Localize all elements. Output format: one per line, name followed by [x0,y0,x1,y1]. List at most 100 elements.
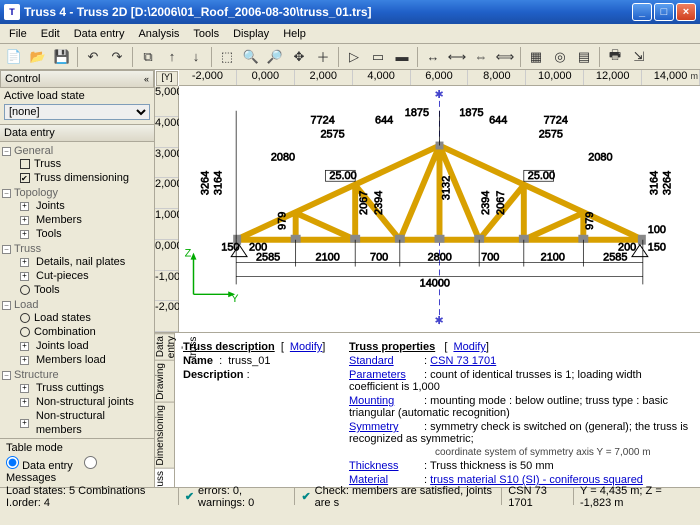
export-icon[interactable]: ⇲ [628,46,650,68]
expand-icon[interactable]: + [20,230,29,239]
pointer-icon[interactable]: ▷ [343,46,365,68]
expand-icon[interactable]: + [20,202,29,211]
svg-text:2067: 2067 [358,191,370,215]
item-details[interactable]: Details, nail plates [36,255,125,269]
up-icon[interactable]: ↑ [161,46,183,68]
print-icon[interactable]: 🖶 [604,46,626,68]
svg-text:2800: 2800 [428,252,452,264]
redo-icon[interactable]: ↷ [106,46,128,68]
table-mode: Table mode Data entry Messages [0,438,154,487]
collapse-icon[interactable]: − [2,301,11,310]
minimize-button[interactable]: _ [632,3,652,21]
expand-icon[interactable]: + [20,342,29,351]
collapse-icon[interactable]: − [2,147,11,156]
expand-icon[interactable]: + [20,356,29,365]
select-seg-icon[interactable]: ▬ [391,46,413,68]
new-icon[interactable]: 📄 [3,46,25,68]
group-general[interactable]: General [14,145,53,157]
drawing-canvas[interactable]: [Y] -2,0000,0002,0004,0006,0008,00010,00… [155,70,700,332]
svg-text:25.00: 25.00 [329,170,356,182]
item-ns-members[interactable]: Non-structural members [36,409,152,437]
horizontal-ruler: -2,0000,0002,0004,0006,0008,00010,00012,… [179,70,700,86]
collapse-icon[interactable]: − [2,245,11,254]
expand-icon[interactable]: + [20,419,29,428]
item-truss[interactable]: Truss [34,157,61,171]
active-load-select[interactable]: [none] [4,104,150,120]
maximize-button[interactable]: □ [654,3,674,21]
item-members[interactable]: Members [36,213,82,227]
expand-icon[interactable]: + [20,216,29,225]
svg-text:644: 644 [375,115,393,127]
modify-props-link[interactable]: Modify [453,341,485,353]
radio-icon[interactable] [20,285,30,295]
dim-1-icon[interactable]: ↔ [422,46,444,68]
panel-collapse-icon[interactable]: « [144,74,149,84]
dim-3-icon[interactable]: ⇔ [470,46,492,68]
expand-icon[interactable]: + [20,258,29,267]
checkbox-checked-icon[interactable] [20,173,30,183]
menu-edit[interactable]: Edit [34,26,67,42]
select-box-icon[interactable]: ▭ [367,46,389,68]
collapse-icon[interactable]: − [2,371,11,380]
item-members-load[interactable]: Members load [36,353,106,367]
expand-icon[interactable]: + [20,384,29,393]
dim-4-icon[interactable]: ⟺ [494,46,516,68]
item-truss-dim[interactable]: Truss dimensioning [34,171,129,185]
open-icon[interactable]: 📂 [27,46,49,68]
expand-icon[interactable]: + [20,398,29,407]
zoom-in-icon[interactable]: 🔍 [240,46,262,68]
item-cuttings[interactable]: Truss cuttings [36,381,104,395]
tab-drawing[interactable]: Drawing [155,360,174,402]
expand-icon[interactable]: + [20,272,29,281]
svg-text:979: 979 [277,212,289,230]
radio-data-entry[interactable]: Data entry [6,460,73,472]
standard-link[interactable]: CSN 73 1701 [430,355,496,367]
checkbox-icon[interactable] [20,159,30,169]
radio-icon[interactable] [20,327,30,337]
item-joints[interactable]: Joints [36,199,65,213]
grid-icon[interactable]: ▦ [525,46,547,68]
close-button[interactable]: × [676,3,696,21]
save-icon[interactable]: 💾 [51,46,73,68]
group-truss[interactable]: Truss [14,243,41,255]
menu-analysis[interactable]: Analysis [131,26,186,42]
menu-data-entry[interactable]: Data entry [67,26,132,42]
svg-text:2080: 2080 [588,151,612,163]
item-tools2[interactable]: Tools [34,283,60,297]
item-joints-load[interactable]: Joints load [36,339,89,353]
item-cut[interactable]: Cut-pieces [36,269,89,283]
truss-props-header: Truss properties [349,341,435,353]
group-load[interactable]: Load [14,299,38,311]
menu-display[interactable]: Display [226,26,276,42]
radio-icon[interactable] [20,313,30,323]
layers-icon[interactable]: ▤ [573,46,595,68]
item-load-states[interactable]: Load states [34,311,91,325]
item-combination[interactable]: Combination [34,325,96,339]
zoom-out-icon[interactable]: 🔎 [264,46,286,68]
snap-icon[interactable]: ◎ [549,46,571,68]
tab-truss[interactable]: Truss [155,468,174,487]
tab-data-entry-truss[interactable]: Data entry - truss [155,333,174,360]
axis-icon[interactable]: ＋ [312,46,334,68]
dim-2-icon[interactable]: ⟷ [446,46,468,68]
pan-icon[interactable]: ✥ [288,46,310,68]
svg-text:1875: 1875 [405,107,429,119]
ok-icon: ✔ [185,490,194,503]
svg-text:1875: 1875 [459,107,483,119]
menu-tools[interactable]: Tools [186,26,226,42]
separator [599,47,600,67]
undo-icon[interactable]: ↶ [82,46,104,68]
group-structure[interactable]: Structure [14,369,59,381]
data-entry-tree[interactable]: −General Truss Truss dimensioning −Topol… [0,142,154,438]
zoom-fit-icon[interactable]: ⬚ [216,46,238,68]
item-ns-joints[interactable]: Non-structural joints [36,395,134,409]
group-topology[interactable]: Topology [14,187,58,199]
copy-icon[interactable]: ⧉ [137,46,159,68]
menu-file[interactable]: File [2,26,34,42]
collapse-icon[interactable]: − [2,189,11,198]
down-icon[interactable]: ↓ [185,46,207,68]
modify-desc-link[interactable]: Modify [290,341,322,353]
tab-dimensioning[interactable]: Dimensioning [155,402,174,468]
item-tools[interactable]: Tools [36,227,62,241]
menu-help[interactable]: Help [276,26,313,42]
